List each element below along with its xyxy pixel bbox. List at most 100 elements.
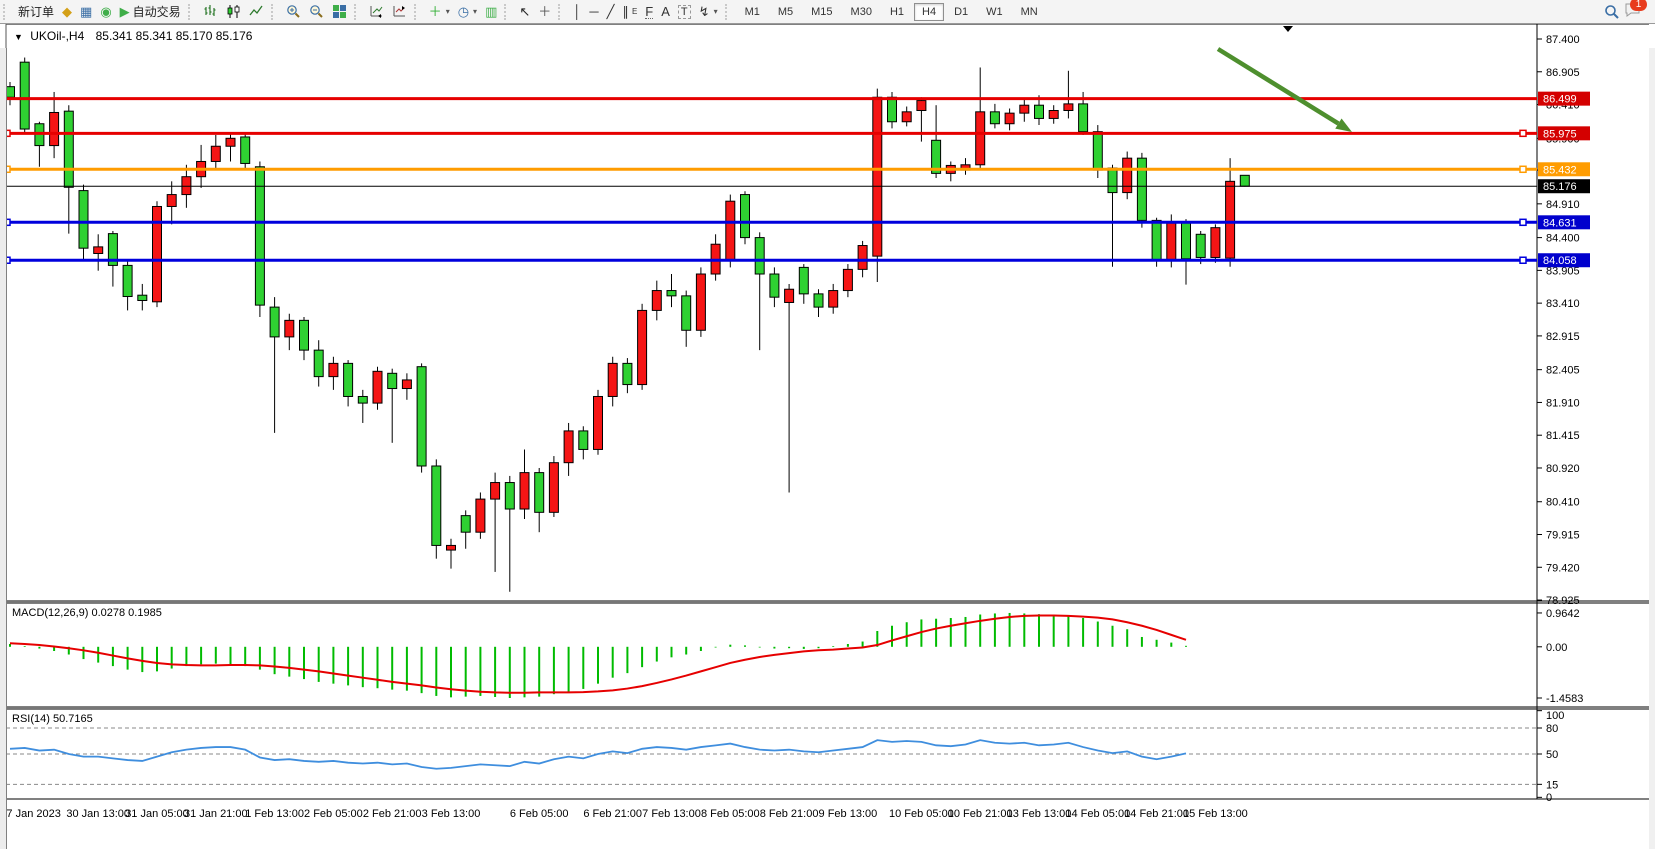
bear-candle bbox=[799, 267, 808, 293]
chart-canvas[interactable]: 87.40086.90586.41085.90085.42084.91084.4… bbox=[0, 24, 1655, 825]
bear-candle bbox=[64, 111, 73, 187]
bar-chart-icon[interactable] bbox=[199, 1, 222, 22]
bear-candle bbox=[1196, 234, 1205, 257]
resistance-line-85975-handle[interactable] bbox=[1520, 130, 1526, 136]
bear-candle bbox=[241, 137, 250, 163]
svg-text:78.925: 78.925 bbox=[1546, 595, 1580, 607]
toolbar-grip[interactable] bbox=[558, 4, 565, 20]
timeframe-d1[interactable]: D1 bbox=[946, 3, 976, 21]
bull-candle bbox=[167, 195, 176, 207]
price-tag-label: 85.176 bbox=[1543, 181, 1577, 193]
search-icon[interactable] bbox=[1600, 1, 1624, 22]
main-toolbar: 新订单◆▦◉▶自动交易 ＋▾◷▾▥ ↖＋ │─╱∥EFAT↯▾ M1M5M15M30H1… bbox=[0, 0, 1655, 24]
horizontal-line-icon[interactable]: ─ bbox=[585, 1, 602, 22]
pivot-line-85432-handle[interactable] bbox=[1520, 166, 1526, 172]
bull-candle bbox=[226, 138, 235, 146]
bear-candle bbox=[623, 363, 632, 384]
bull-candle bbox=[976, 112, 985, 165]
trendline-icon[interactable]: ╱ bbox=[603, 1, 619, 22]
svg-text:83.410: 83.410 bbox=[1546, 298, 1580, 310]
notification-badge: 1 bbox=[1630, 0, 1647, 11]
signal-icon[interactable]: ◉ bbox=[96, 1, 115, 22]
svg-text:82.915: 82.915 bbox=[1546, 331, 1580, 343]
bull-candle bbox=[1226, 181, 1235, 258]
time-label: 14 Feb 05:00 bbox=[1065, 808, 1130, 820]
text-icon[interactable]: A bbox=[657, 1, 674, 22]
timeframe-m1[interactable]: M1 bbox=[737, 3, 768, 21]
vertical-line-icon[interactable]: │ bbox=[569, 1, 585, 22]
collapse-icon[interactable]: ▼ bbox=[14, 32, 23, 42]
fibonacci-icon[interactable]: F bbox=[641, 1, 657, 22]
data-window-icon[interactable]: ▦ bbox=[76, 1, 96, 22]
tile-windows-icon[interactable] bbox=[328, 1, 351, 22]
timeframe-h4[interactable]: H4 bbox=[914, 3, 944, 21]
cursor-icon[interactable]: ↖ bbox=[515, 1, 534, 22]
template-icon[interactable]: ▥ bbox=[481, 1, 501, 22]
bear-candle bbox=[20, 62, 29, 129]
toolbar-grip[interactable] bbox=[3, 4, 10, 20]
timeframe-w1[interactable]: W1 bbox=[978, 3, 1011, 21]
time-label: 6 Feb 05:00 bbox=[510, 808, 569, 820]
svg-text:0.00: 0.00 bbox=[1546, 642, 1567, 654]
timeframe-h1[interactable]: H1 bbox=[882, 3, 912, 21]
time-label: 27 Jan 2023 bbox=[0, 808, 61, 820]
bear-candle bbox=[1137, 158, 1146, 220]
bear-candle bbox=[755, 238, 764, 274]
bear-candle bbox=[1079, 104, 1088, 132]
time-label: 30 Jan 13:00 bbox=[66, 808, 130, 820]
macd-indicator-label: MACD(12,26,9) 0.0278 0.1985 bbox=[12, 607, 162, 619]
toolbar-grip[interactable] bbox=[188, 4, 195, 20]
timeframe-mn[interactable]: MN bbox=[1013, 3, 1046, 21]
chart-title: ▼ UKOil-,H4 85.341 85.341 85.170 85.176 bbox=[14, 29, 252, 43]
bull-candle bbox=[1211, 228, 1220, 258]
auto-scroll-icon[interactable] bbox=[365, 1, 388, 22]
svg-text:80.920: 80.920 bbox=[1546, 463, 1580, 475]
channel-icon[interactable]: ∥E bbox=[618, 1, 641, 22]
add-indicator-icon[interactable]: ＋▾ bbox=[425, 1, 454, 22]
time-axis[interactable]: 27 Jan 202330 Jan 13:0031 Jan 05:0031 Ja… bbox=[0, 808, 1248, 820]
window-splitter[interactable] bbox=[0, 48, 7, 849]
market-watch-icon[interactable]: ◆ bbox=[58, 1, 76, 22]
candlestick-chart-icon[interactable] bbox=[222, 1, 245, 22]
crosshair-icon[interactable]: ＋ bbox=[534, 1, 555, 22]
timeframe-m5[interactable]: M5 bbox=[770, 3, 801, 21]
price-tag-label: 84.058 bbox=[1543, 255, 1577, 267]
period-clock-icon[interactable]: ◷▾ bbox=[454, 1, 481, 22]
bull-candle bbox=[153, 206, 162, 301]
bull-candle bbox=[829, 291, 838, 308]
chart-shift-icon[interactable] bbox=[388, 1, 411, 22]
bull-candle bbox=[638, 310, 647, 384]
svg-text:79.915: 79.915 bbox=[1546, 530, 1580, 542]
support-line-84058-handle[interactable] bbox=[1520, 257, 1526, 263]
arrows-icon[interactable]: ↯▾ bbox=[695, 1, 722, 22]
bull-candle bbox=[520, 473, 529, 509]
bear-candle bbox=[888, 97, 897, 121]
toolbar-grip[interactable] bbox=[414, 4, 421, 20]
bull-candle bbox=[785, 289, 794, 302]
new-order-button[interactable]: 新订单 bbox=[14, 1, 58, 22]
timeframe-m30[interactable]: M30 bbox=[843, 3, 880, 21]
bear-candle bbox=[1035, 105, 1044, 118]
line-chart-icon[interactable] bbox=[245, 1, 268, 22]
bull-candle bbox=[726, 201, 735, 261]
timeframe-m15[interactable]: M15 bbox=[803, 3, 840, 21]
zoom-out-icon[interactable] bbox=[305, 1, 328, 22]
support-line-84631-handle[interactable] bbox=[1520, 219, 1526, 225]
toolbar-grip[interactable] bbox=[504, 4, 511, 20]
bear-candle bbox=[1093, 132, 1102, 170]
bear-candle bbox=[432, 466, 441, 545]
bull-candle bbox=[285, 320, 294, 337]
zoom-in-icon[interactable] bbox=[282, 1, 305, 22]
toolbar-grip[interactable] bbox=[725, 4, 732, 20]
auto-trading-button[interactable]: ▶自动交易 bbox=[116, 1, 185, 22]
bear-candle bbox=[667, 291, 676, 296]
toolbar-grip[interactable] bbox=[271, 4, 278, 20]
bear-candle bbox=[741, 195, 750, 238]
notifications-button[interactable]: 1 bbox=[1624, 2, 1641, 21]
svg-text:50: 50 bbox=[1546, 749, 1558, 761]
bull-candle bbox=[50, 112, 59, 145]
toolbar-grip[interactable] bbox=[354, 4, 361, 20]
bear-candle bbox=[270, 307, 279, 337]
price-tag-label: 85.432 bbox=[1543, 164, 1577, 176]
label-icon[interactable]: T bbox=[674, 1, 695, 22]
